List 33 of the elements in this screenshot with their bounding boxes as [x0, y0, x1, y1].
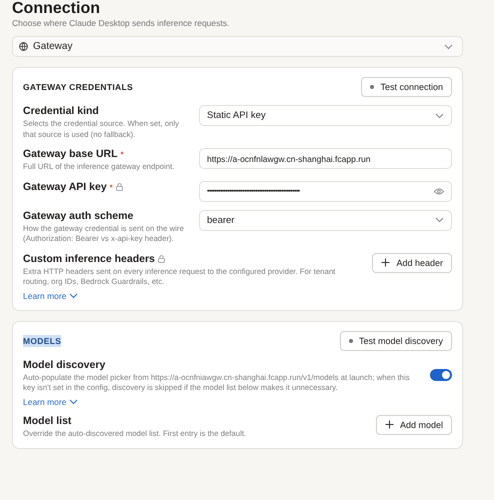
chevron-down-icon: [435, 112, 444, 118]
required-mark: *: [110, 182, 113, 194]
section-title: GATEWAY CREDENTIALS: [23, 81, 133, 93]
plus-icon: [381, 258, 390, 267]
field-label: Gateway base URL: [23, 148, 118, 161]
add-button[interactable]: Add model: [376, 414, 452, 434]
eye-icon[interactable]: [434, 188, 444, 194]
page-subtitle: Choose where Claude Desktop sends inference requests.: [12, 18, 230, 28]
field-label: Model discovery: [23, 358, 106, 372]
required-mark: *: [120, 149, 124, 161]
select-field[interactable]: bearer: [199, 210, 452, 230]
plus-icon: [384, 420, 394, 429]
chevron-down-icon: [435, 217, 444, 223]
field-label: Credential kind: [23, 105, 99, 118]
chevron-down-icon: [69, 398, 78, 404]
learn-more-link[interactable]: Learn more: [23, 396, 78, 406]
learn-more-link[interactable]: Learn more: [23, 290, 78, 300]
globe-icon: [19, 42, 28, 51]
provider-select[interactable]: Gateway: [12, 36, 463, 57]
chevron-down-icon: [444, 44, 453, 50]
field-label: Gateway auth scheme: [23, 210, 134, 222]
toggle-switch[interactable]: [430, 368, 452, 380]
input-field[interactable]: https://a-ocnfnlawgw.cn-shanghai.fcapp.run: [199, 148, 452, 169]
add-button[interactable]: Add header: [372, 252, 452, 272]
test-button[interactable]: Test connection: [361, 77, 452, 97]
page-title: Connection: [12, 0, 101, 18]
field-label: Custom inference headers: [23, 252, 155, 266]
chevron-down-icon: [69, 292, 78, 298]
section-title: MODELS: [23, 334, 62, 346]
field-label: Model list: [23, 414, 72, 428]
field-label: Gateway API key: [23, 180, 107, 194]
select-field[interactable]: Static API key: [199, 105, 452, 126]
test-button[interactable]: Test model discovery: [340, 330, 452, 350]
